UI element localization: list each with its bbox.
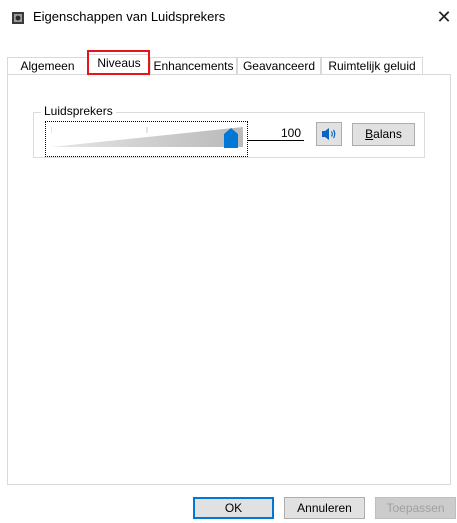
window-title: Eigenschappen van Luidsprekers [33, 9, 226, 24]
tab-enhancements[interactable]: Enhancements [150, 57, 237, 75]
title-bar: Eigenschappen van Luidsprekers ✕ [0, 0, 457, 44]
close-icon: ✕ [436, 7, 452, 27]
speaker-properties-icon [12, 12, 24, 24]
close-button[interactable]: ✕ [432, 3, 456, 31]
cancel-button[interactable]: Annuleren [284, 497, 365, 519]
tab-geavanceerd[interactable]: Geavanceerd [237, 57, 321, 75]
speaker-volume-icon [316, 122, 342, 146]
properties-dialog: Eigenschappen van Luidsprekers ✕ Algemee… [0, 0, 457, 523]
volume-slider[interactable] [45, 121, 248, 157]
tab-ruimtelijk-geluid[interactable]: Ruimtelijk geluid [321, 57, 423, 75]
tab-strip: Algemeen Niveaus Enhancements Geavanceer… [7, 54, 451, 76]
volume-slider-thumb[interactable] [224, 128, 238, 148]
volume-value: 100 [248, 127, 304, 141]
volume-slider-track [51, 127, 243, 147]
mute-button[interactable] [316, 122, 342, 146]
balance-button[interactable]: Balans [352, 123, 415, 146]
speakers-group-label: Luidsprekers [41, 104, 116, 118]
tab-algemeen[interactable]: Algemeen [7, 57, 88, 75]
apply-button[interactable]: Toepassen [375, 497, 456, 519]
ok-button[interactable]: OK [193, 497, 274, 519]
tab-niveaus[interactable]: Niveaus [88, 54, 150, 76]
